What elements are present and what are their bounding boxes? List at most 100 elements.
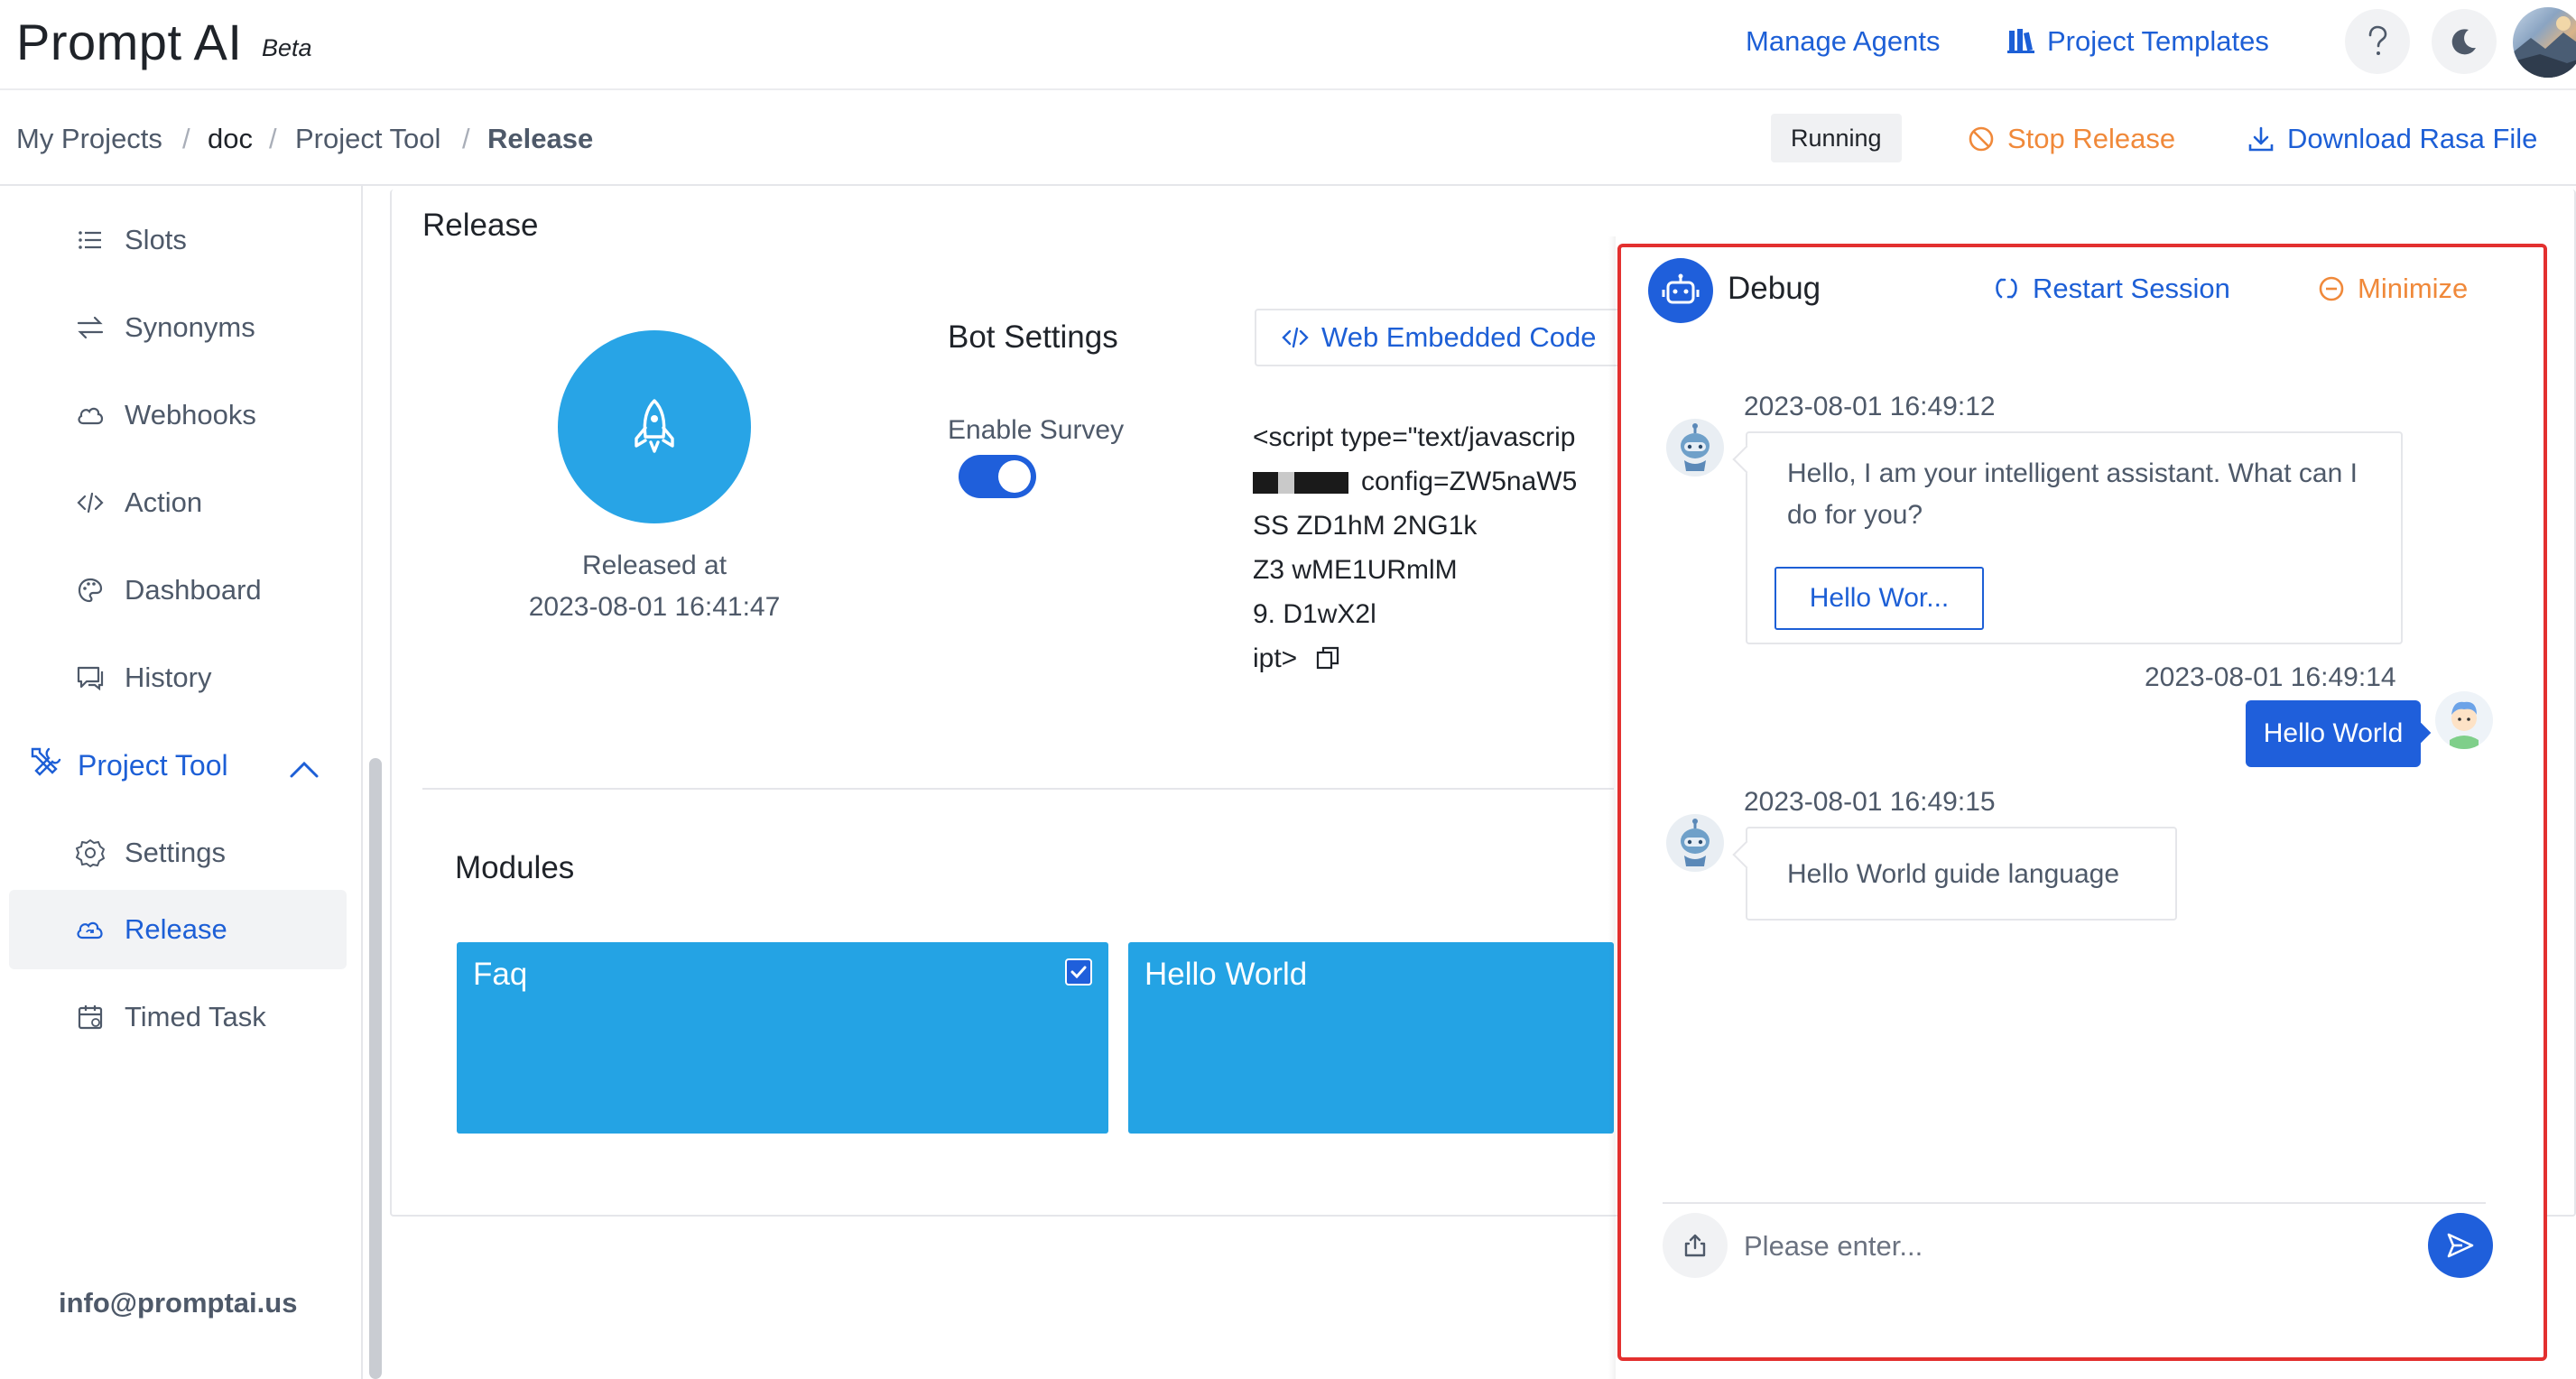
project-templates-label: Project Templates — [2047, 25, 2269, 57]
quick-reply-button[interactable]: Hello Wor... — [1774, 567, 1984, 630]
chat-input[interactable] — [1744, 1220, 2358, 1273]
code-line-text: ipt> — [1253, 643, 1298, 673]
released-at-value: 2023-08-01 16:41:47 — [528, 592, 781, 622]
breadcrumb-separator: / — [182, 123, 190, 154]
restart-session-label: Restart Session — [2033, 273, 2230, 304]
top-header: Prompt AI Beta Manage Agents Project Tem… — [0, 0, 2576, 90]
debug-bot-logo — [1648, 258, 1713, 323]
palette-icon — [72, 577, 108, 604]
theme-toggle-button[interactable] — [2432, 9, 2497, 74]
support-email[interactable]: info@promptai.us — [59, 1287, 297, 1319]
sidebar-item-label: Synonyms — [125, 311, 255, 343]
stop-release-button[interactable]: Stop Release — [1968, 123, 2175, 155]
bot-avatar — [1666, 419, 1724, 477]
user-avatar[interactable] — [2513, 7, 2576, 78]
breadcrumb-my-projects[interactable]: My Projects — [16, 123, 162, 155]
bot-message-text: Hello World guide language — [1787, 859, 2120, 889]
released-at: Released at 2023-08-01 16:41:47 — [505, 545, 803, 628]
message-timestamp: 2023-08-01 16:49:14 — [2145, 662, 2396, 692]
sidebar-group-label: Project Tool — [78, 748, 228, 782]
released-at-label: Released at — [581, 551, 727, 580]
embed-code-block[interactable]: <script type="text/javascrip config=ZW5n… — [1253, 415, 1614, 680]
message-timestamp: 2023-08-01 16:49:12 — [1744, 392, 1996, 421]
chevron-up-icon[interactable] — [289, 753, 320, 786]
send-button[interactable] — [2428, 1213, 2493, 1278]
code-icon — [1282, 327, 1309, 348]
robot-avatar-icon — [1681, 819, 1710, 866]
cloud-sync-icon — [72, 918, 108, 941]
modules-title: Modules — [455, 850, 575, 885]
sidebar-item-webhooks[interactable]: Webhooks — [9, 375, 347, 455]
sidebar-item-dashboard[interactable]: Dashboard — [9, 551, 347, 630]
breadcrumb-separator: / — [462, 123, 470, 154]
sidebar-item-label: Webhooks — [125, 399, 256, 430]
breadcrumb-bar: My Projects / doc / Project Tool / Relea… — [0, 92, 2576, 186]
manage-agents-link[interactable]: Manage Agents — [1746, 25, 1940, 58]
code-line: config=ZW5naW5 — [1253, 459, 1614, 504]
download-rasa-label: Download Rasa File — [2287, 123, 2538, 154]
sidebar-item-slots[interactable]: Slots — [9, 200, 347, 280]
sidebar-item-label: Dashboard — [125, 574, 262, 606]
sidebar-item-timed-task[interactable]: Timed Task — [9, 977, 347, 1057]
redaction-block — [1253, 472, 1278, 495]
project-templates-link[interactable]: Project Templates — [2007, 25, 2269, 58]
breadcrumb-doc[interactable]: doc — [208, 123, 253, 155]
debug-panel-shadow — [1608, 236, 1616, 1379]
help-button[interactable] — [2345, 9, 2410, 74]
chat-history-icon — [72, 665, 108, 690]
sidebar-item-label: Action — [125, 486, 203, 518]
sidebar-item-settings[interactable]: Settings — [9, 813, 347, 893]
enable-survey-toggle[interactable] — [959, 455, 1036, 498]
restart-session-button[interactable]: Restart Session — [1993, 273, 2230, 305]
sidebar-item-label: History — [125, 662, 212, 693]
section-divider — [422, 788, 1614, 790]
release-title: Release — [422, 208, 539, 243]
module-checkbox[interactable] — [1065, 958, 1092, 986]
code-icon — [72, 491, 108, 514]
sidebar-scrollbar-thumb[interactable] — [369, 758, 382, 1379]
input-divider — [1663, 1202, 2486, 1204]
minimize-button[interactable]: Minimize — [2318, 273, 2468, 305]
user-message-bubble: Hello World — [2246, 700, 2421, 767]
list-icon — [72, 229, 108, 251]
sidebar-item-synonyms[interactable]: Synonyms — [9, 288, 347, 367]
minimize-label: Minimize — [2358, 273, 2469, 304]
copy-icon[interactable] — [1316, 646, 1339, 670]
release-status-circle — [558, 330, 751, 523]
toggle-knob — [998, 460, 1031, 493]
module-card-hello-world[interactable]: Hello World — [1128, 942, 1614, 1134]
code-line: <script type="text/javascrip — [1253, 422, 1576, 452]
code-line: Z3 wME1URmlM — [1253, 555, 1458, 585]
sidebar-item-history[interactable]: History — [9, 638, 347, 717]
moon-icon — [2451, 29, 2476, 55]
module-name: Hello World — [1144, 957, 1308, 992]
sidebar-item-release[interactable]: Release — [9, 890, 347, 969]
robot-icon — [1662, 273, 1700, 304]
redaction-block — [1294, 472, 1348, 495]
swap-icon — [72, 316, 108, 339]
breadcrumb-project-tool[interactable]: Project Tool — [295, 123, 440, 155]
download-rasa-button[interactable]: Download Rasa File — [2247, 123, 2537, 155]
beta-badge: Beta — [262, 34, 312, 61]
sidebar-item-label: Settings — [125, 837, 227, 868]
sidebar-item-label: Timed Task — [125, 1001, 266, 1032]
app-logo[interactable]: Prompt AI — [16, 13, 242, 71]
sidebar-item-action[interactable]: Action — [9, 463, 347, 542]
code-line-text: config=ZW5naW5 — [1361, 467, 1578, 496]
calendar-icon — [72, 1004, 108, 1031]
upload-button[interactable] — [1663, 1213, 1728, 1278]
redaction-block — [1278, 472, 1294, 495]
stop-release-label: Stop Release — [2007, 123, 2176, 154]
stop-icon — [1969, 126, 1994, 152]
manage-agents-label: Manage Agents — [1746, 25, 1941, 57]
sidebar-group-project-tool[interactable]: Project Tool — [9, 726, 347, 805]
debug-panel: Debug Restart Session Minimize 2023-08-0… — [1617, 244, 2547, 1361]
tools-icon — [29, 745, 61, 785]
rocket-icon — [635, 399, 674, 453]
message-timestamp: 2023-08-01 16:49:15 — [1744, 787, 1996, 817]
module-card-faq[interactable]: Faq — [457, 942, 1108, 1134]
web-embedded-code-tab[interactable]: Web Embedded Code — [1255, 309, 1624, 366]
check-icon — [1070, 966, 1087, 978]
bot-settings-title: Bot Settings — [948, 319, 1118, 355]
enable-survey-label: Enable Survey — [948, 415, 1125, 445]
